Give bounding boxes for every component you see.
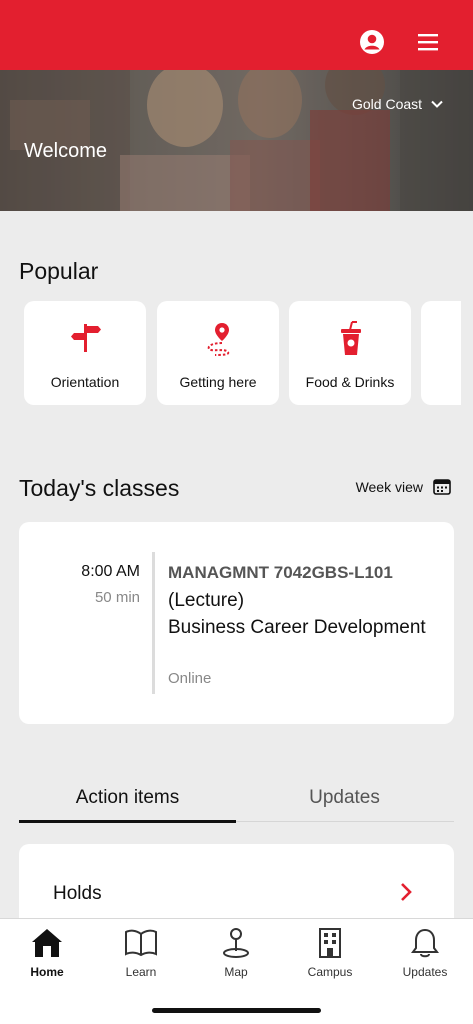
tile-getting-here[interactable]: Getting here: [157, 301, 279, 405]
nav-map[interactable]: Map: [189, 927, 283, 979]
class-divider: [152, 552, 155, 694]
nav-learn[interactable]: Learn: [94, 927, 188, 979]
class-mode: Online: [168, 670, 212, 687]
week-view-button[interactable]: Week view: [356, 478, 451, 495]
nav-updates[interactable]: Updates: [378, 927, 472, 979]
campus-selector[interactable]: Gold Coast: [352, 96, 444, 112]
nav-label: Map: [224, 965, 248, 979]
holds-label: Holds: [53, 883, 102, 904]
book-icon: [125, 929, 157, 957]
tab-active-indicator: [19, 820, 236, 823]
nav-label: Updates: [402, 965, 448, 979]
bell-icon: [411, 928, 439, 958]
class-card[interactable]: 8:00 AM 50 min MANAGMNT 7042GBS-L101 (Le…: [19, 522, 454, 724]
home-icon: [32, 929, 62, 957]
nav-label: Campus: [307, 965, 353, 979]
tile-food-drinks[interactable]: Food & Drinks: [289, 301, 411, 405]
calendar-icon: [433, 479, 451, 495]
popular-title: Popular: [19, 258, 99, 284]
welcome-text: Welcome: [24, 140, 107, 162]
hamburger-menu-icon[interactable]: [414, 28, 442, 56]
class-name: (Lecture) Business Career Development: [168, 590, 426, 638]
tile-more[interactable]: [421, 301, 461, 405]
week-view-label: Week view: [355, 478, 423, 495]
map-pin-icon: [223, 928, 249, 958]
hero-banner: Welcome Gold Coast: [0, 70, 473, 211]
class-time: 8:00 AM: [81, 563, 140, 580]
chevron-right-icon: [401, 883, 412, 901]
user-circle-icon[interactable]: [358, 28, 386, 56]
nav-home[interactable]: Home: [0, 927, 94, 979]
nav-label: Home: [30, 965, 64, 979]
tab-action-items[interactable]: Action items: [19, 787, 236, 809]
top-bar: [0, 0, 473, 70]
class-duration: 50 min: [94, 589, 140, 606]
tile-label: Food & Drinks: [305, 374, 395, 390]
campus-name: Gold Coast: [352, 96, 423, 112]
signpost-icon: [71, 324, 101, 352]
nav-campus[interactable]: Campus: [283, 927, 377, 979]
tile-label: Getting here: [179, 374, 257, 390]
tile-label: Orientation: [50, 374, 120, 390]
building-icon: [319, 928, 341, 958]
class-code: MANAGMNT 7042GBS-L101: [168, 563, 393, 582]
tab-updates[interactable]: Updates: [236, 787, 453, 809]
tile-orientation[interactable]: Orientation: [24, 301, 146, 405]
drink-cup-icon: [341, 321, 361, 355]
home-indicator: [152, 1008, 321, 1013]
chevron-down-icon: [431, 100, 443, 108]
todays-classes-title: Today's classes: [19, 475, 180, 501]
route-pin-icon: [207, 323, 230, 356]
nav-label: Learn: [125, 965, 157, 979]
